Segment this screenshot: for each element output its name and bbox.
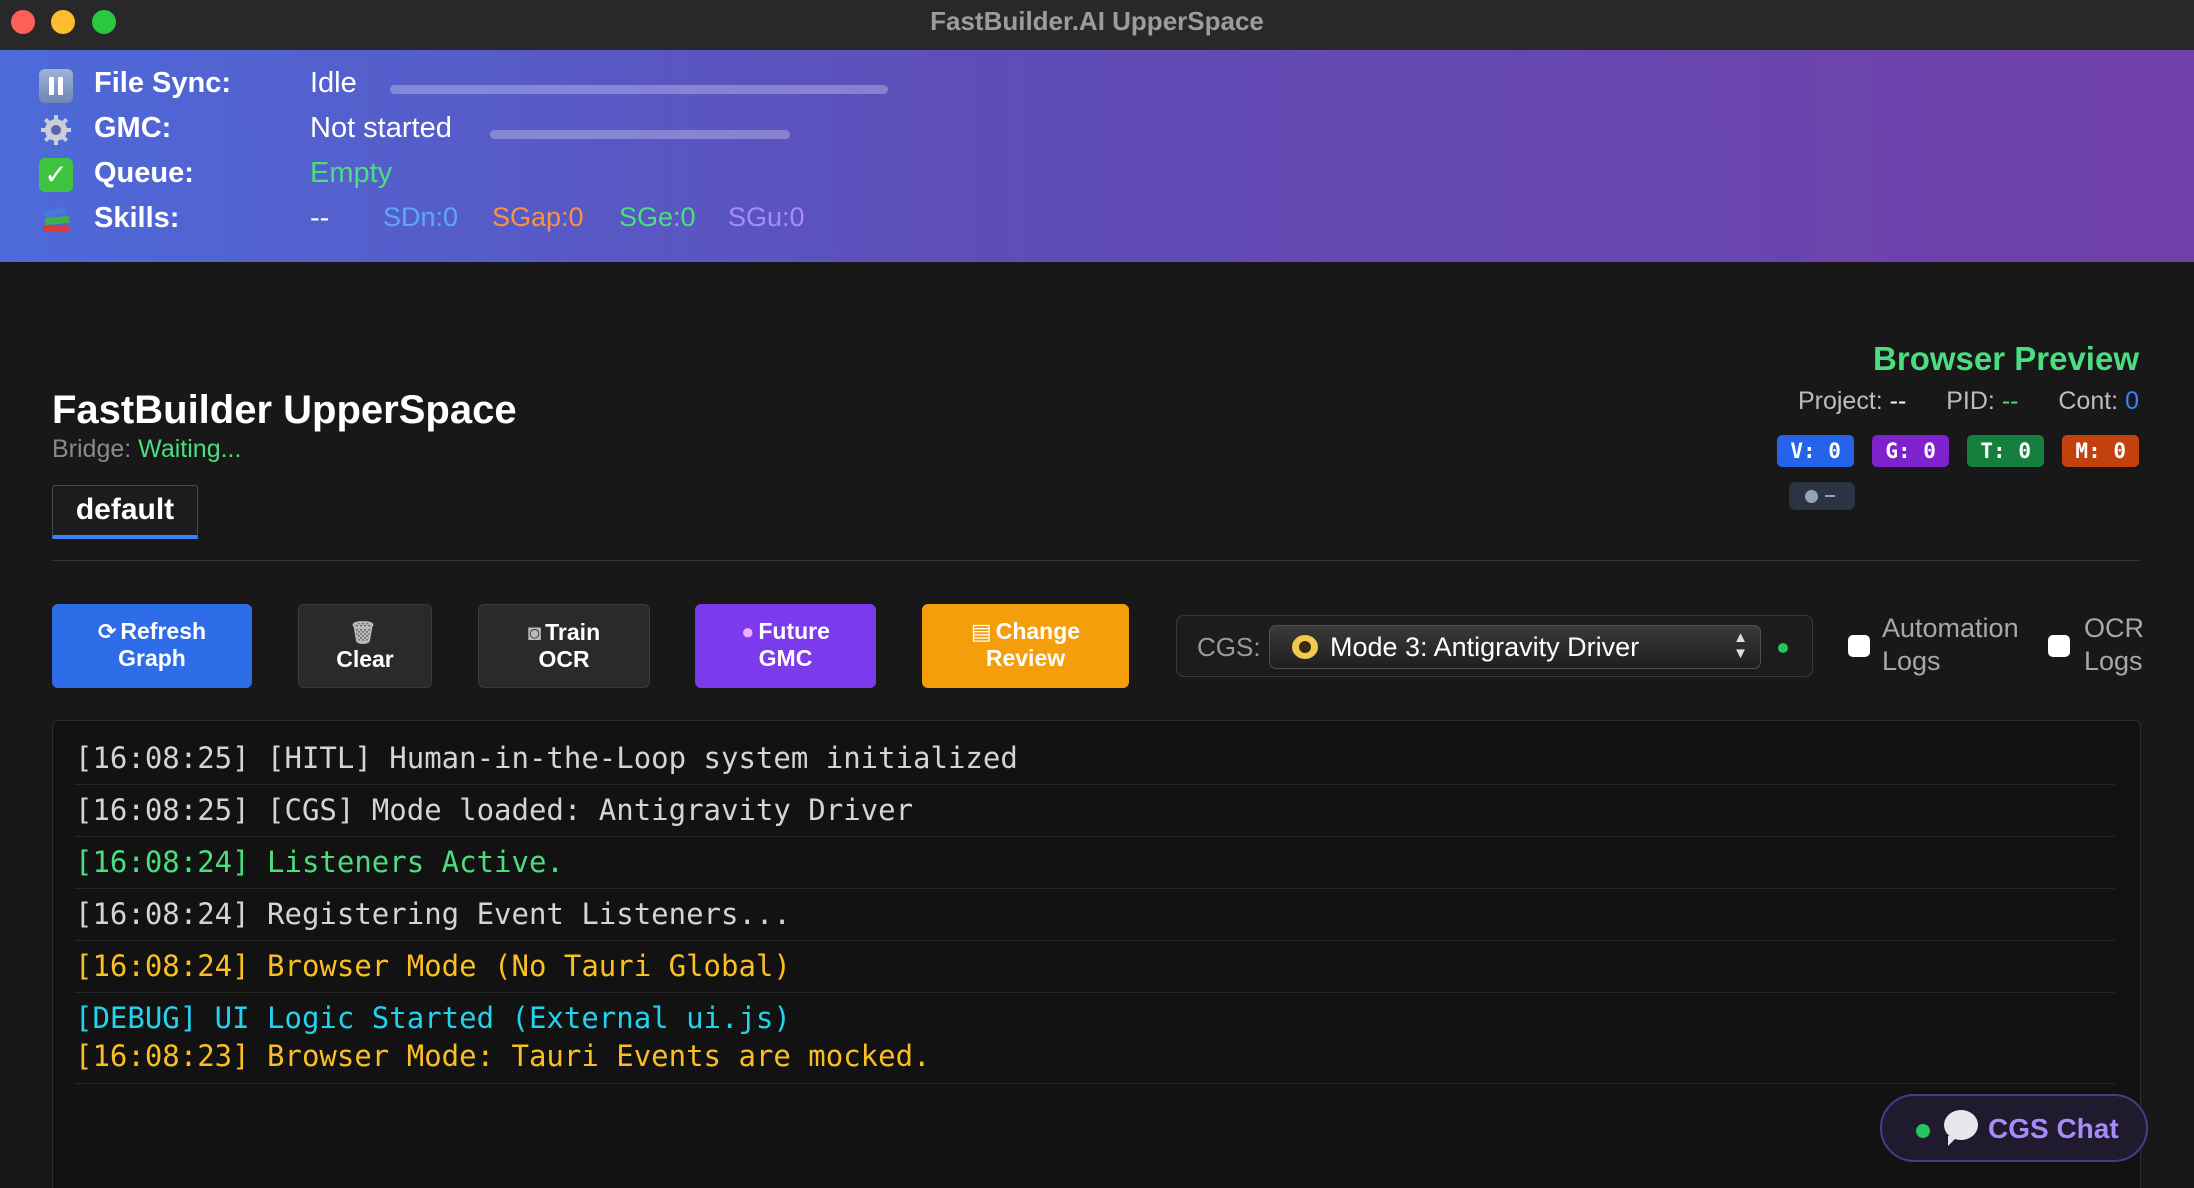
- cgs-selected-value: Mode 3: Antigravity Driver: [1330, 632, 1640, 662]
- ocr-logs-label[interactable]: OCR Logs: [2084, 612, 2144, 678]
- gmc-label: GMC:: [94, 112, 172, 144]
- bridge-status: Bridge: Waiting...: [52, 435, 241, 464]
- speech-bubble-icon: [1944, 1110, 1978, 1146]
- crystal-ball-icon: ●: [741, 619, 755, 644]
- status-row-file-sync: File Sync: Idle: [0, 65, 1200, 105]
- log-separator: [75, 836, 2115, 837]
- refresh-icon: ⟳: [97, 619, 117, 644]
- checkmark-icon: ✓: [38, 157, 74, 193]
- app-window: FastBuilder.AI UpperSpace File Sync: Idl…: [0, 0, 2194, 1188]
- skill-stat-sgu: SGu:0: [728, 202, 805, 232]
- books-icon: [38, 202, 74, 238]
- log-separator: [75, 992, 2115, 993]
- cgs-mode-control: CGS: Mode 3: Antigravity Driver ▲ ▼: [1176, 615, 1813, 677]
- automation-logs-checkbox[interactable]: [1848, 635, 1870, 657]
- cgs-status-dot: [1778, 643, 1788, 653]
- change-review-button[interactable]: ▤ Change Review: [922, 604, 1129, 688]
- status-row-gmc: GMC: Not started: [0, 110, 1200, 150]
- badge-g: G: 0: [1872, 435, 1949, 467]
- log-separator: [75, 1083, 2115, 1084]
- pid-value: --: [2001, 387, 2019, 415]
- preview-meta: Project: -- PID: -- Cont: 0: [1798, 387, 2139, 416]
- badge-t: T: 0: [1967, 435, 2044, 467]
- refresh-graph-button[interactable]: ⟳ Refresh Graph: [52, 604, 252, 688]
- cgs-label: CGS:: [1197, 632, 1261, 662]
- cgs-mode-select[interactable]: Mode 3: Antigravity Driver ▲ ▼: [1269, 625, 1761, 669]
- skills-value: --: [310, 202, 330, 234]
- eye-icon: [1292, 635, 1318, 659]
- clear-button[interactable]: 🗑 Clear: [298, 604, 432, 688]
- file-sync-progress-bar: [390, 85, 888, 94]
- skill-stat-sge: SGe:0: [619, 202, 696, 232]
- page-title: FastBuilder UpperSpace: [52, 388, 517, 432]
- counter-badges: V: 0 G: 0 T: 0 M: 0: [1763, 435, 2139, 467]
- train-ocr-button[interactable]: ◙ Train OCR: [478, 604, 650, 688]
- log-line: [16:08:24] Browser Mode (No Tauri Global…: [75, 949, 791, 983]
- pid-label: PID:: [1946, 387, 1995, 415]
- log-separator: [75, 888, 2115, 889]
- automation-logs-label[interactable]: Automation Logs: [1882, 612, 2019, 678]
- queue-label: Queue:: [94, 157, 194, 189]
- cont-value: 0: [2125, 387, 2139, 415]
- bridge-value: Waiting...: [138, 435, 242, 463]
- status-banner: File Sync: Idle GMC: Not started ✓ Queue…: [0, 50, 2194, 262]
- section-divider: [52, 560, 2140, 561]
- log-line: [16:08:25] [HITL] Human-in-the-Loop syst…: [75, 741, 1018, 775]
- skill-stat-sgap: SGap:0: [492, 202, 584, 232]
- badge-v: V: 0: [1777, 435, 1854, 467]
- pause-icon: [38, 67, 74, 103]
- log-panel[interactable]: [16:08:25] [HITL] Human-in-the-Loop syst…: [52, 720, 2141, 1188]
- cont-label: Cont:: [2058, 387, 2119, 415]
- log-separator: [75, 940, 2115, 941]
- queue-value: Empty: [310, 157, 393, 189]
- status-row-skills: Skills: -- SDn:0 SGap:0 SGe:0 SGu:0: [0, 200, 1200, 240]
- gmc-progress-bar: [490, 130, 790, 139]
- tab-default[interactable]: default: [52, 485, 198, 539]
- bridge-label: Bridge:: [52, 435, 132, 463]
- status-row-queue: ✓ Queue: Empty: [0, 155, 1200, 195]
- gear-icon: [38, 112, 74, 148]
- skills-label: Skills:: [94, 202, 180, 234]
- cgs-chat-label: CGS Chat: [1988, 1113, 2119, 1144]
- trash-icon: 🗑: [349, 620, 377, 645]
- select-arrows-icon: ▲ ▼: [1733, 629, 1748, 662]
- cgs-chat-button[interactable]: CGS Chat: [1880, 1094, 2148, 1162]
- file-sync-value: Idle: [310, 67, 357, 99]
- clipboard-icon: ▤: [970, 619, 992, 644]
- ocr-logs-checkbox[interactable]: [2048, 635, 2070, 657]
- skill-stat-sdn: SDn:0: [383, 202, 459, 232]
- preview-toggle[interactable]: [1789, 482, 1855, 510]
- project-value: --: [1889, 387, 1907, 415]
- log-line: [16:08:24] Registering Event Listeners..…: [75, 897, 791, 931]
- title-bar: FastBuilder.AI UpperSpace: [0, 0, 2194, 50]
- log-line: [16:08:23] Browser Mode: Tauri Events ar…: [75, 1039, 931, 1073]
- future-gmc-button[interactable]: ● Future GMC: [695, 604, 876, 688]
- camera-icon: ◙: [527, 620, 542, 645]
- gmc-value: Not started: [310, 112, 452, 144]
- chat-status-dot: [1916, 1124, 1930, 1138]
- browser-preview-title: Browser Preview: [1873, 340, 2139, 377]
- project-label: Project:: [1797, 387, 1883, 415]
- log-line: [16:08:24] Listeners Active.: [75, 845, 564, 879]
- file-sync-label: File Sync:: [94, 67, 231, 99]
- badge-m: M: 0: [2062, 435, 2139, 467]
- log-separator: [75, 784, 2115, 785]
- log-line: [DEBUG] UI Logic Started (External ui.js…: [75, 1001, 791, 1035]
- log-line: [16:08:25] [CGS] Mode loaded: Antigravit…: [75, 793, 914, 827]
- window-title: FastBuilder.AI UpperSpace: [930, 6, 1264, 36]
